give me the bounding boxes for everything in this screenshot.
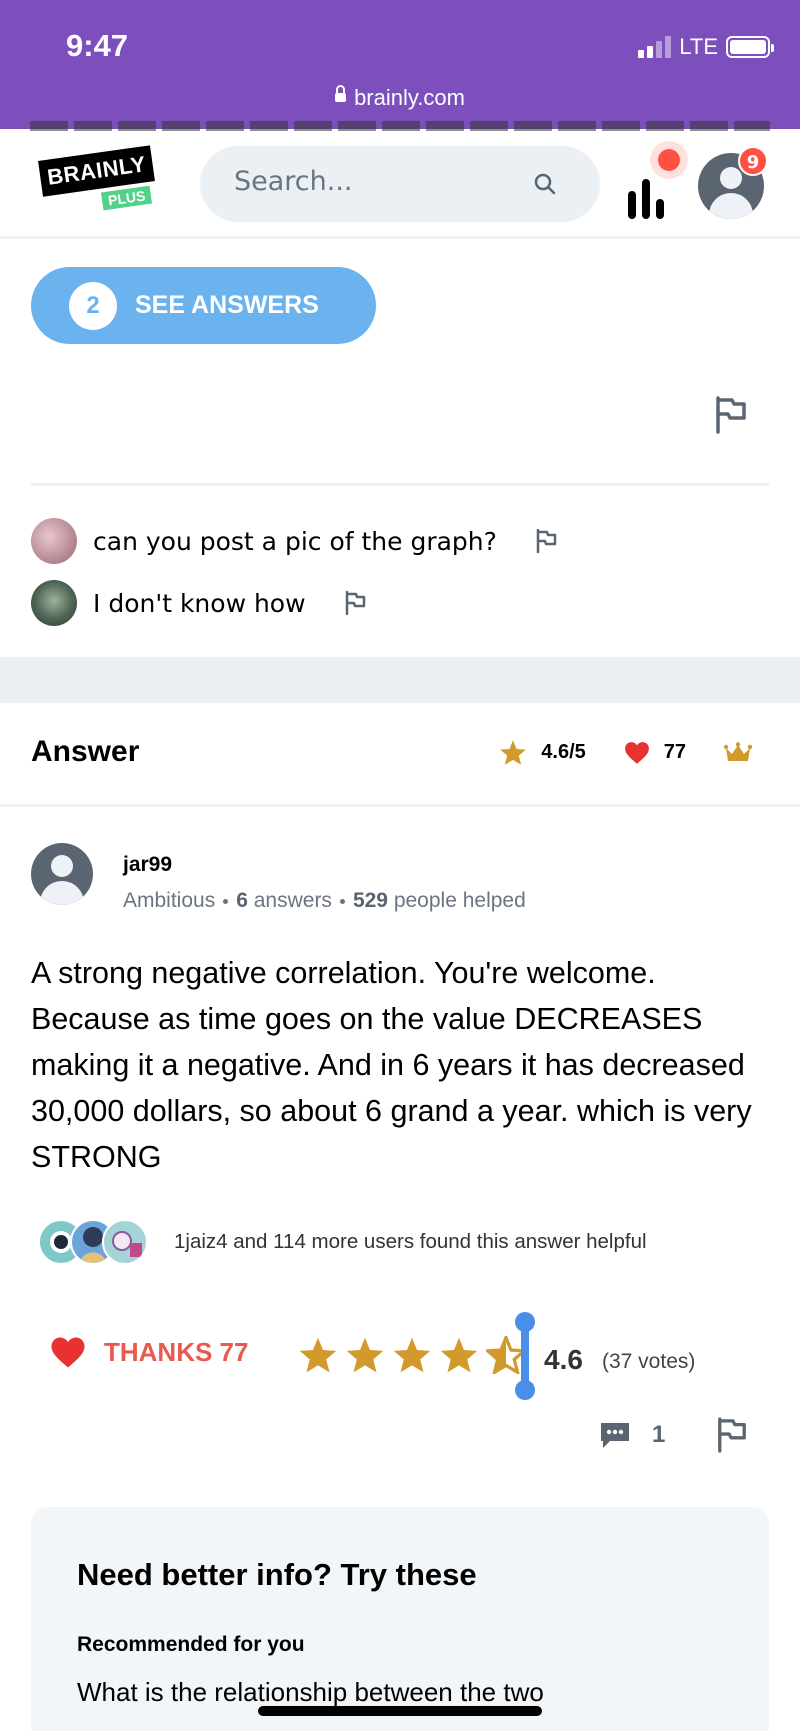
author-avatar[interactable] [31,843,93,905]
url-text: brainly.com [354,85,465,110]
helped-label: people helped [393,889,526,912]
recommendations-card: Need better info? Try these Recommended … [31,1507,769,1731]
status-indicators: LTE [638,34,774,60]
helped-count: 529 [352,889,388,912]
helpful-text: 1jaiz4 and 114 more users found this ans… [174,1230,647,1253]
notification-dot-icon [650,141,688,179]
author-name[interactable]: jar99 [123,853,172,877]
search-bar[interactable] [200,146,600,222]
notification-badge: 9 [738,146,768,176]
brainly-plus-logo[interactable]: BRAINLY PLUS [38,145,162,213]
star-icon[interactable] [392,1336,432,1374]
heart-icon [51,1337,85,1368]
answers-count-badge: 2 [69,281,117,330]
report-answer-flag-icon[interactable] [716,1417,748,1453]
see-answers-button[interactable]: 2 SEE ANSWERS [31,267,376,344]
recommendations-subtitle: Recommended for you [77,1633,305,1656]
signal-icon [638,36,672,58]
report-comment-flag-icon[interactable] [535,529,557,553]
answer-header: Answer 4.6/5 77 [0,703,800,807]
answers-count: 6 [236,889,248,912]
section-separator [0,657,800,703]
comments-button[interactable]: 1 [598,1420,665,1450]
crown-icon [724,741,752,761]
author-rank: Ambitious [123,889,216,912]
recommendations-title: Need better info? Try these [77,1557,477,1592]
thanks-label: THANKS 77 [104,1337,249,1367]
thanks-button[interactable]: THANKS 77 [50,1336,248,1369]
half-star-icon[interactable] [486,1336,526,1374]
rating-value: 4.6 [544,1344,583,1375]
rating-drag-handle[interactable] [515,1312,535,1400]
commenter-avatar[interactable] [31,518,77,564]
comment-item: I don't know how [31,580,366,626]
report-question-flag-icon[interactable] [714,396,748,434]
comment-item: can you post a pic of the graph? [31,518,557,564]
comment-text: can you post a pic of the graph? [93,526,497,556]
recommended-question-link[interactable]: What is the relationship between the two [77,1677,544,1708]
home-indicator[interactable] [258,1706,542,1716]
status-bar: 9:47 LTE brainly.com [0,0,800,129]
thanks-total: 77 [663,741,686,763]
average-rating: 4.6/5 [541,741,586,763]
star-icon[interactable] [298,1336,338,1374]
report-comment-flag-icon[interactable] [344,591,366,615]
site-header: BRAINLY PLUS 9 [0,121,800,239]
answers-label: answers [253,889,332,912]
answer-body: A strong negative correlation. You're we… [31,956,752,1174]
comment-icon [601,1423,629,1448]
comment-text: I don't know how [93,588,306,618]
rating-stars[interactable] [298,1336,526,1374]
star-icon [500,740,527,765]
author-meta: Ambitious 6 answers 529 people helped [123,889,526,913]
comment-count: 1 [652,1421,666,1448]
network-label: LTE [679,34,718,59]
answer-title: Answer [31,735,140,768]
address-bar[interactable]: brainly.com [0,84,800,111]
helpful-user-avatar [102,1219,148,1265]
see-answers-label: SEE ANSWERS [135,291,319,319]
star-icon[interactable] [345,1336,385,1374]
divider [31,483,769,486]
scrolled-text-fragment [30,121,770,131]
battery-icon [726,36,774,58]
lock-icon [335,84,347,102]
rating-votes: (37 votes) [602,1350,696,1373]
logo-plus-badge: PLUS [100,185,153,211]
answer-stats: 4.6/5 77 [499,739,752,766]
search-icon[interactable] [534,173,556,195]
heart-icon [624,741,649,764]
status-time: 9:47 [66,28,129,63]
star-icon[interactable] [439,1336,479,1374]
search-input[interactable] [234,166,534,197]
commenter-avatar[interactable] [31,580,77,626]
helpful-users: 1jaiz4 and 114 more users found this ans… [38,1219,647,1265]
